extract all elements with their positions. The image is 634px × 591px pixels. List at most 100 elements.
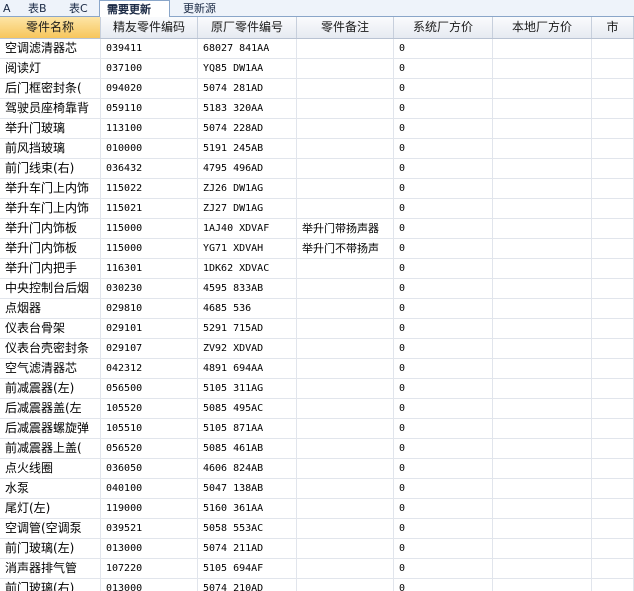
table-row[interactable]: 后门框密封条(094020 5074 281AD 0 <box>0 79 634 99</box>
market-price-cell[interactable] <box>592 219 634 238</box>
system-price-cell[interactable]: 0 <box>394 159 493 178</box>
system-price-cell[interactable]: 0 <box>394 79 493 98</box>
jingyou-code-cell[interactable]: 056520 <box>101 439 198 458</box>
sheet-tab-update-source[interactable]: 更新源 <box>180 1 230 17</box>
jingyou-code-cell[interactable]: 056500 <box>101 379 198 398</box>
local-price-cell[interactable] <box>493 339 592 358</box>
jingyou-code-cell[interactable]: 029101 <box>101 319 198 338</box>
oem-number-cell[interactable]: 5183 320AA <box>198 99 297 118</box>
part-note-cell[interactable] <box>297 339 394 358</box>
local-price-cell[interactable] <box>493 199 592 218</box>
local-price-cell[interactable] <box>493 319 592 338</box>
part-note-cell[interactable] <box>297 99 394 118</box>
local-price-cell[interactable] <box>493 99 592 118</box>
market-price-cell[interactable] <box>592 99 634 118</box>
part-name-cell[interactable]: 前门玻璃(左) <box>0 539 101 558</box>
part-name-cell[interactable]: 举升门内把手 <box>0 259 101 278</box>
part-name-cell[interactable]: 空气滤清器芯 <box>0 359 101 378</box>
part-note-cell[interactable] <box>297 299 394 318</box>
column-header-local-price[interactable]: 本地厂方价 <box>493 17 592 38</box>
sheet-tab-needs-update[interactable]: 需要更新 <box>99 0 170 18</box>
system-price-cell[interactable]: 0 <box>394 119 493 138</box>
market-price-cell[interactable] <box>592 379 634 398</box>
jingyou-code-cell[interactable]: 037100 <box>101 59 198 78</box>
system-price-cell[interactable]: 0 <box>394 519 493 538</box>
table-row[interactable]: 驾驶员座椅靠背 059110 5183 320AA 0 <box>0 99 634 119</box>
local-price-cell[interactable] <box>493 239 592 258</box>
oem-number-cell[interactable]: 4891 694AA <box>198 359 297 378</box>
local-price-cell[interactable] <box>493 119 592 138</box>
oem-number-cell[interactable]: 5074 211AD <box>198 539 297 558</box>
local-price-cell[interactable] <box>493 39 592 58</box>
oem-number-cell[interactable]: 5047 138AB <box>198 479 297 498</box>
jingyou-code-cell[interactable]: 105520 <box>101 399 198 418</box>
system-price-cell[interactable]: 0 <box>394 299 493 318</box>
system-price-cell[interactable]: 0 <box>394 419 493 438</box>
jingyou-code-cell[interactable]: 040100 <box>101 479 198 498</box>
table-row[interactable]: 水泵 040100 5047 138AB 0 <box>0 479 634 499</box>
oem-number-cell[interactable]: 5105 871AA <box>198 419 297 438</box>
system-price-cell[interactable]: 0 <box>394 179 493 198</box>
local-price-cell[interactable] <box>493 139 592 158</box>
column-header-part-name[interactable]: 零件名称 <box>0 17 101 38</box>
market-price-cell[interactable] <box>592 559 634 578</box>
sheet-tab-a[interactable]: A <box>0 1 11 17</box>
jingyou-code-cell[interactable]: 010000 <box>101 139 198 158</box>
system-price-cell[interactable]: 0 <box>394 539 493 558</box>
jingyou-code-cell[interactable]: 030230 <box>101 279 198 298</box>
table-row[interactable]: 仪表台壳密封条 029107 ZV92 XDVAD 0 <box>0 339 634 359</box>
market-price-cell[interactable] <box>592 179 634 198</box>
market-price-cell[interactable] <box>592 479 634 498</box>
table-row[interactable]: 举升车门上内饰 115021 ZJ27 DW1AG 0 <box>0 199 634 219</box>
table-row[interactable]: 后减震器螺旋弹 105510 5105 871AA 0 <box>0 419 634 439</box>
part-name-cell[interactable]: 驾驶员座椅靠背 <box>0 99 101 118</box>
local-price-cell[interactable] <box>493 499 592 518</box>
local-price-cell[interactable] <box>493 59 592 78</box>
system-price-cell[interactable]: 0 <box>394 259 493 278</box>
jingyou-code-cell[interactable]: 036432 <box>101 159 198 178</box>
oem-number-cell[interactable]: ZJ26 DW1AG <box>198 179 297 198</box>
jingyou-code-cell[interactable]: 113100 <box>101 119 198 138</box>
market-price-cell[interactable] <box>592 439 634 458</box>
market-price-cell[interactable] <box>592 319 634 338</box>
part-note-cell[interactable]: 举升门带扬声器 <box>297 219 394 238</box>
oem-number-cell[interactable]: 5074 228AD <box>198 119 297 138</box>
local-price-cell[interactable] <box>493 439 592 458</box>
part-name-cell[interactable]: 点烟器 <box>0 299 101 318</box>
part-name-cell[interactable]: 后减震器螺旋弹 <box>0 419 101 438</box>
market-price-cell[interactable] <box>592 299 634 318</box>
local-price-cell[interactable] <box>493 559 592 578</box>
jingyou-code-cell[interactable]: 013000 <box>101 539 198 558</box>
part-note-cell[interactable] <box>297 39 394 58</box>
part-name-cell[interactable]: 水泵 <box>0 479 101 498</box>
oem-number-cell[interactable]: 1DK62 XDVAC <box>198 259 297 278</box>
part-name-cell[interactable]: 举升车门上内饰 <box>0 199 101 218</box>
jingyou-code-cell[interactable]: 039521 <box>101 519 198 538</box>
system-price-cell[interactable]: 0 <box>394 239 493 258</box>
table-row[interactable]: 中央控制台后烟 030230 4595 833AB 0 <box>0 279 634 299</box>
part-note-cell[interactable] <box>297 419 394 438</box>
table-row[interactable]: 点烟器 029810 4685 536 0 <box>0 299 634 319</box>
jingyou-code-cell[interactable]: 115022 <box>101 179 198 198</box>
part-name-cell[interactable]: 仪表台壳密封条 <box>0 339 101 358</box>
part-name-cell[interactable]: 后门框密封条( <box>0 79 101 98</box>
system-price-cell[interactable]: 0 <box>394 559 493 578</box>
part-note-cell[interactable] <box>297 559 394 578</box>
table-row[interactable]: 举升门内饰板 115000 1AJ40 XDVAF 举升门带扬声器 0 <box>0 219 634 239</box>
jingyou-code-cell[interactable]: 115000 <box>101 219 198 238</box>
market-price-cell[interactable] <box>592 159 634 178</box>
part-note-cell[interactable] <box>297 359 394 378</box>
system-price-cell[interactable]: 0 <box>394 339 493 358</box>
system-price-cell[interactable]: 0 <box>394 479 493 498</box>
oem-number-cell[interactable]: 68027 841AA <box>198 39 297 58</box>
market-price-cell[interactable] <box>592 579 634 591</box>
oem-number-cell[interactable]: 5160 361AA <box>198 499 297 518</box>
system-price-cell[interactable]: 0 <box>394 499 493 518</box>
jingyou-code-cell[interactable]: 036050 <box>101 459 198 478</box>
part-name-cell[interactable]: 阅读灯 <box>0 59 101 78</box>
system-price-cell[interactable]: 0 <box>394 39 493 58</box>
oem-number-cell[interactable]: 1AJ40 XDVAF <box>198 219 297 238</box>
system-price-cell[interactable]: 0 <box>394 59 493 78</box>
oem-number-cell[interactable]: 5085 495AC <box>198 399 297 418</box>
part-name-cell[interactable]: 尾灯(左) <box>0 499 101 518</box>
